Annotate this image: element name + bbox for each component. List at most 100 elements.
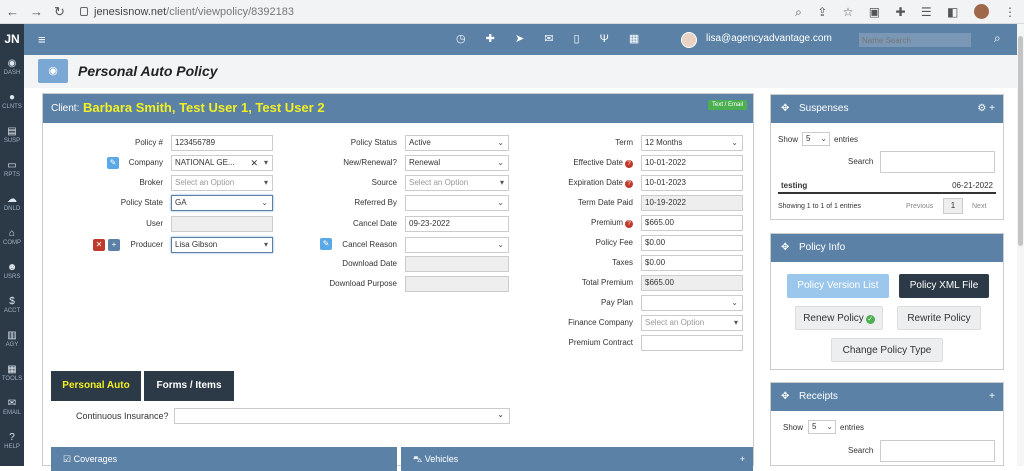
effective-date-input[interactable]: 10-01-2022 <box>641 155 743 171</box>
reload-icon[interactable]: ↻ <box>54 4 65 20</box>
address-bar[interactable]: jenesisnow.net/client/viewpolicy/8392183 <box>78 3 778 21</box>
sidebar-item-tools[interactable]: ▦ TOOLS <box>0 361 24 395</box>
add-vehicle-icon[interactable]: + <box>740 447 745 471</box>
add-icon[interactable]: + <box>989 383 995 411</box>
policy-xml-file-button[interactable]: Policy XML File <box>899 274 989 298</box>
sidebar-item-clients[interactable]: ● CLNTS <box>0 89 24 123</box>
page-scrollbar[interactable] <box>1017 24 1024 466</box>
split-view-icon[interactable]: ◧ <box>947 5 958 19</box>
policy-number-input[interactable]: 123456789 <box>171 135 273 151</box>
policy-status-select[interactable]: Active ⌄ <box>405 135 509 151</box>
premium-input[interactable]: $665.00 <box>641 215 743 231</box>
suspenses-title: Suspenses <box>799 103 849 114</box>
sidebar-item-label: USRS <box>3 274 21 280</box>
finance-company-select[interactable]: Select an Option ▾ <box>641 315 743 331</box>
change-policy-type-button[interactable]: Change Policy Type <box>831 338 943 362</box>
entries-select[interactable]: 5 ⌄ <box>802 132 830 146</box>
forward-arrow-icon[interactable]: → <box>30 4 43 19</box>
taxes-input[interactable]: $0.00 <box>641 255 743 271</box>
cancel-date-input[interactable]: 09-23-2022 <box>405 216 509 232</box>
suspenses-search-input[interactable] <box>880 151 995 173</box>
help-icon[interactable]: ? <box>625 180 633 188</box>
send-icon[interactable]: ➤ <box>515 33 524 45</box>
broker-select[interactable]: Select an Option ▾ <box>171 175 273 191</box>
mail-icon[interactable]: ✉ <box>544 33 553 45</box>
back-button[interactable]: ◉ <box>38 59 68 83</box>
page-1-button[interactable]: 1 <box>943 198 963 214</box>
expiration-date-input[interactable]: 10-01-2023 <box>641 175 743 191</box>
fork-icon[interactable]: Ψ <box>600 33 609 45</box>
scrollbar-thumb[interactable] <box>1018 36 1023 246</box>
hamburger-menu-icon[interactable]: ≡ <box>38 32 46 47</box>
policy-fee-input[interactable]: $0.00 <box>641 235 743 251</box>
kebab-menu-icon[interactable]: ⋮ <box>1004 5 1016 19</box>
app-logo[interactable]: JN <box>0 24 24 55</box>
policy-state-select[interactable]: GA ⌄ <box>171 195 273 211</box>
text-email-button[interactable]: Text / Email <box>707 100 747 110</box>
puzzle-icon[interactable]: ✚ <box>895 5 905 19</box>
move-icon[interactable]: ✥ <box>781 383 789 411</box>
receipts-search-input[interactable] <box>880 440 995 462</box>
sidebar-item-suspense[interactable]: ▤ SUSP <box>0 123 24 157</box>
calculator-icon[interactable]: ▦ <box>629 33 639 45</box>
sidebar-item-email[interactable]: ✉ EMAIL <box>0 395 24 429</box>
source-select[interactable]: Select an Option ▾ <box>405 175 509 191</box>
sidebar-item-dash[interactable]: ◉ DASH <box>0 55 24 89</box>
next-button[interactable]: Next <box>972 203 986 210</box>
vehicles-panel-header[interactable]: ⛍ Vehicles + <box>401 447 753 471</box>
pay-plan-label: Pay Plan <box>600 298 633 307</box>
table-row[interactable]: testing 06-21-2022 <box>778 179 996 194</box>
term-select[interactable]: 12 Months ⌄ <box>641 135 743 151</box>
sidebar-item-users[interactable]: ☻ USRS <box>0 259 24 293</box>
tab-personal-auto[interactable]: Personal Auto <box>51 371 141 401</box>
receipts-title: Receipts <box>799 391 838 402</box>
entries-select[interactable]: 5 ⌄ <box>808 420 836 434</box>
client-names[interactable]: Barbara Smith, Test User 1, Test User 2 <box>83 100 325 115</box>
profile-avatar[interactable] <box>973 4 989 19</box>
add-icon[interactable]: + <box>989 103 995 114</box>
new-renewal-select[interactable]: Renewal ⌄ <box>405 155 509 171</box>
policy-version-list-button[interactable]: Policy Version List <box>787 274 889 298</box>
cancel-reason-select[interactable]: ⌄ <box>405 237 509 253</box>
name-search-input[interactable] <box>859 33 971 47</box>
clock-icon[interactable]: ◷ <box>456 33 466 45</box>
search-icon[interactable]: ⌕ <box>994 31 1001 46</box>
rewrite-policy-button[interactable]: Rewrite Policy <box>897 306 981 330</box>
producer-select[interactable]: Lisa Gibson ▾ <box>171 237 273 253</box>
add-user-icon[interactable]: ✚ <box>486 33 495 45</box>
coverages-panel-header[interactable]: ☑ Coverages <box>51 447 397 471</box>
total-premium-value: $665.00 <box>645 278 674 287</box>
extension-icon[interactable]: ▣ <box>869 5 880 19</box>
sidebar-item-companies[interactable]: ⌂ COMP <box>0 225 24 259</box>
tab-forms-items[interactable]: Forms / Items <box>144 371 234 401</box>
premium-contract-input[interactable] <box>641 335 743 351</box>
sidebar-item-download[interactable]: ☁ DNLD <box>0 191 24 225</box>
sidebar-item-reports[interactable]: ▭ RPTS <box>0 157 24 191</box>
bookmark-star-icon[interactable]: ☆ <box>843 5 854 19</box>
move-icon[interactable]: ✥ <box>781 234 789 262</box>
referred-by-select[interactable]: ⌄ <box>405 195 509 211</box>
user-avatar[interactable] <box>681 32 697 48</box>
new-renewal-label: New/Renewal? <box>343 158 397 167</box>
help-icon[interactable]: ? <box>625 160 633 168</box>
previous-button[interactable]: Previous <box>906 203 933 210</box>
sidebar-item-help[interactable]: ? HELP <box>0 429 24 463</box>
document-icon[interactable]: ▯ <box>574 33 580 45</box>
renew-policy-button[interactable]: Renew Policy ✓ <box>795 306 883 330</box>
help-icon[interactable]: ? <box>625 220 633 228</box>
gear-icon[interactable]: ⚙ <box>977 103 986 114</box>
receipts-panel: ✥ Receipts + Show 5 ⌄ entries Search <box>770 382 1004 466</box>
suspense-name[interactable]: testing <box>781 181 807 190</box>
company-select[interactable]: NATIONAL GE... ✕ ▾ <box>171 155 273 171</box>
back-arrow-icon[interactable]: ← <box>6 4 19 19</box>
continuous-insurance-select[interactable]: ⌄ <box>174 408 510 424</box>
zoom-icon[interactable]: ⌕ <box>795 5 802 19</box>
clear-icon[interactable]: ✕ <box>250 156 258 170</box>
reading-list-icon[interactable]: ☰ <box>921 5 932 19</box>
pay-plan-select[interactable]: ⌄ <box>641 295 743 311</box>
sidebar-item-accounting[interactable]: $ ACCT <box>0 293 24 327</box>
share-icon[interactable]: ⇪ <box>817 5 827 19</box>
user-email[interactable]: lisa@agencyadvantage.com <box>706 33 832 44</box>
sidebar-item-agency[interactable]: ▥ AGY <box>0 327 24 361</box>
move-icon[interactable]: ✥ <box>781 95 789 123</box>
